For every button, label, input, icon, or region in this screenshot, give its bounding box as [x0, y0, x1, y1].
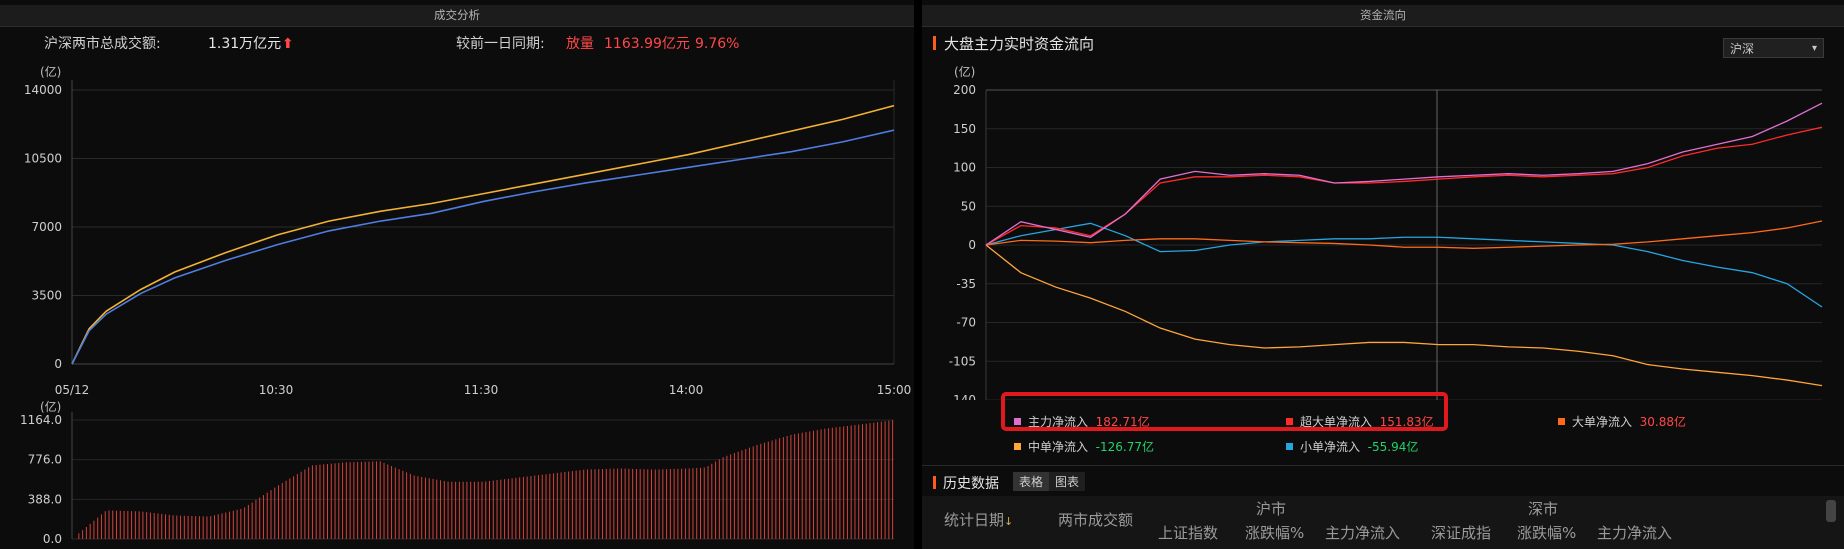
legend-swatch: [1286, 443, 1293, 450]
tab-chart[interactable]: 图表: [1049, 472, 1086, 491]
legend-swatch: [1558, 418, 1565, 425]
y-tick-label: 10500: [24, 152, 62, 166]
market-select[interactable]: 沪深 ▾: [1723, 38, 1824, 58]
bar-y-tick-label: 388.0: [28, 492, 62, 506]
y-tick-label: 14000: [24, 83, 62, 97]
small-flow-line: [985, 222, 1823, 308]
y-tick-label: -70: [956, 316, 976, 330]
y-tick-label: 0: [968, 238, 976, 252]
chevron-down-icon: ▾: [1811, 43, 1817, 54]
x-tick-label: 10:30: [259, 383, 294, 397]
turnover-today-line: [71, 104, 895, 365]
col-sz-change[interactable]: 涨跌幅%: [1517, 522, 1576, 543]
fund-flow-chart: (亿)200150100500-35-70-105-14005/1210:301…: [949, 64, 1823, 400]
large-flow-line: [985, 220, 1823, 249]
tab-table[interactable]: 表格: [1013, 472, 1050, 491]
scrollbar-thumb[interactable]: [1826, 500, 1836, 522]
chart-title: 大盘主力实时资金流向: [933, 33, 1094, 54]
title-accent: [933, 36, 936, 50]
y-tick-label: 200: [953, 83, 976, 97]
y-tick-label: -35: [956, 277, 976, 291]
history-title: 历史数据: [933, 473, 999, 493]
y-axis-unit: (亿): [40, 64, 61, 79]
x-tick-label: 15:00: [877, 383, 912, 397]
compare-amount: 1163.99亿元: [604, 36, 690, 52]
bar-y-unit: (亿): [40, 399, 61, 414]
legend-swatch: [1014, 443, 1021, 450]
history-tabs: 表格 图表: [1013, 472, 1086, 491]
panel-title: 成交分析: [0, 5, 914, 27]
legend-highlight-box: [1001, 392, 1448, 431]
bar-y-tick-label: 1164.0: [20, 413, 62, 427]
y-tick-label: 150: [953, 122, 976, 136]
col-date[interactable]: 统计日期↓: [944, 509, 1013, 530]
legend-large: 大单净流入 30.88亿: [1558, 413, 1686, 430]
col-sz-index[interactable]: 深证成指: [1431, 522, 1491, 543]
divider: [922, 465, 1844, 466]
compare-tag: 放量: [566, 36, 594, 52]
y-tick-label: 0: [54, 357, 62, 371]
y-axis-unit: (亿): [954, 64, 975, 79]
left-panel: 成交分析 沪深两市总成交额: 1.31万亿元 ⬆ 较前一日同期: 放量 1163…: [0, 0, 914, 549]
bar-y-tick-label: 776.0: [28, 453, 62, 467]
bar-y-tick-label: 0.0: [43, 532, 62, 546]
y-tick-label: 100: [953, 161, 976, 175]
col-sh-change[interactable]: 涨跌幅%: [1245, 522, 1304, 543]
col-sh-flow[interactable]: 主力净流入: [1325, 522, 1400, 543]
x-tick-label: 11:30: [464, 383, 499, 397]
up-arrow-icon: ⬆: [282, 36, 294, 52]
group-sz: 深市: [1528, 500, 1559, 518]
y-tick-label: -105: [949, 354, 976, 368]
turnover-chart: (亿) 0 3500 7000 10500 14000 05/12 10:30 11:30 14:…: [20, 64, 912, 546]
panel-title: 资金流向: [922, 5, 1844, 27]
main-flow-line: [985, 102, 1823, 246]
legend-small: 小单净流入 -55.94亿: [1286, 438, 1418, 455]
total-value: 1.31万亿元: [208, 36, 282, 52]
col-turnover[interactable]: 两市成交额: [1058, 509, 1133, 530]
x-tick-label: 05/12: [55, 383, 90, 397]
y-tick-label: 50: [961, 199, 976, 213]
compare-label: 较前一日同期:: [456, 36, 545, 52]
col-sh-index[interactable]: 上证指数: [1158, 522, 1218, 543]
x-tick-label: 14:00: [669, 383, 704, 397]
total-label: 沪深两市总成交额:: [44, 36, 161, 52]
y-tick-label: 3500: [31, 289, 62, 303]
group-sh: 沪市: [1256, 500, 1287, 518]
legend-medium: 中单净流入 -126.77亿: [1014, 438, 1154, 455]
compare-pct: 9.76%: [695, 36, 740, 52]
col-sz-flow[interactable]: 主力净流入: [1597, 522, 1672, 543]
y-tick-label: 7000: [31, 220, 62, 234]
turnover-prev-line: [71, 129, 895, 365]
y-tick-label: -140: [949, 393, 976, 400]
summary-bar: 沪深两市总成交额: 1.31万亿元 ⬆ 较前一日同期: 放量 1163.99亿元…: [0, 30, 914, 58]
medium-flow-line: [985, 244, 1823, 387]
sort-icon: ↓: [1004, 515, 1014, 528]
super-large-flow-line: [985, 126, 1823, 246]
